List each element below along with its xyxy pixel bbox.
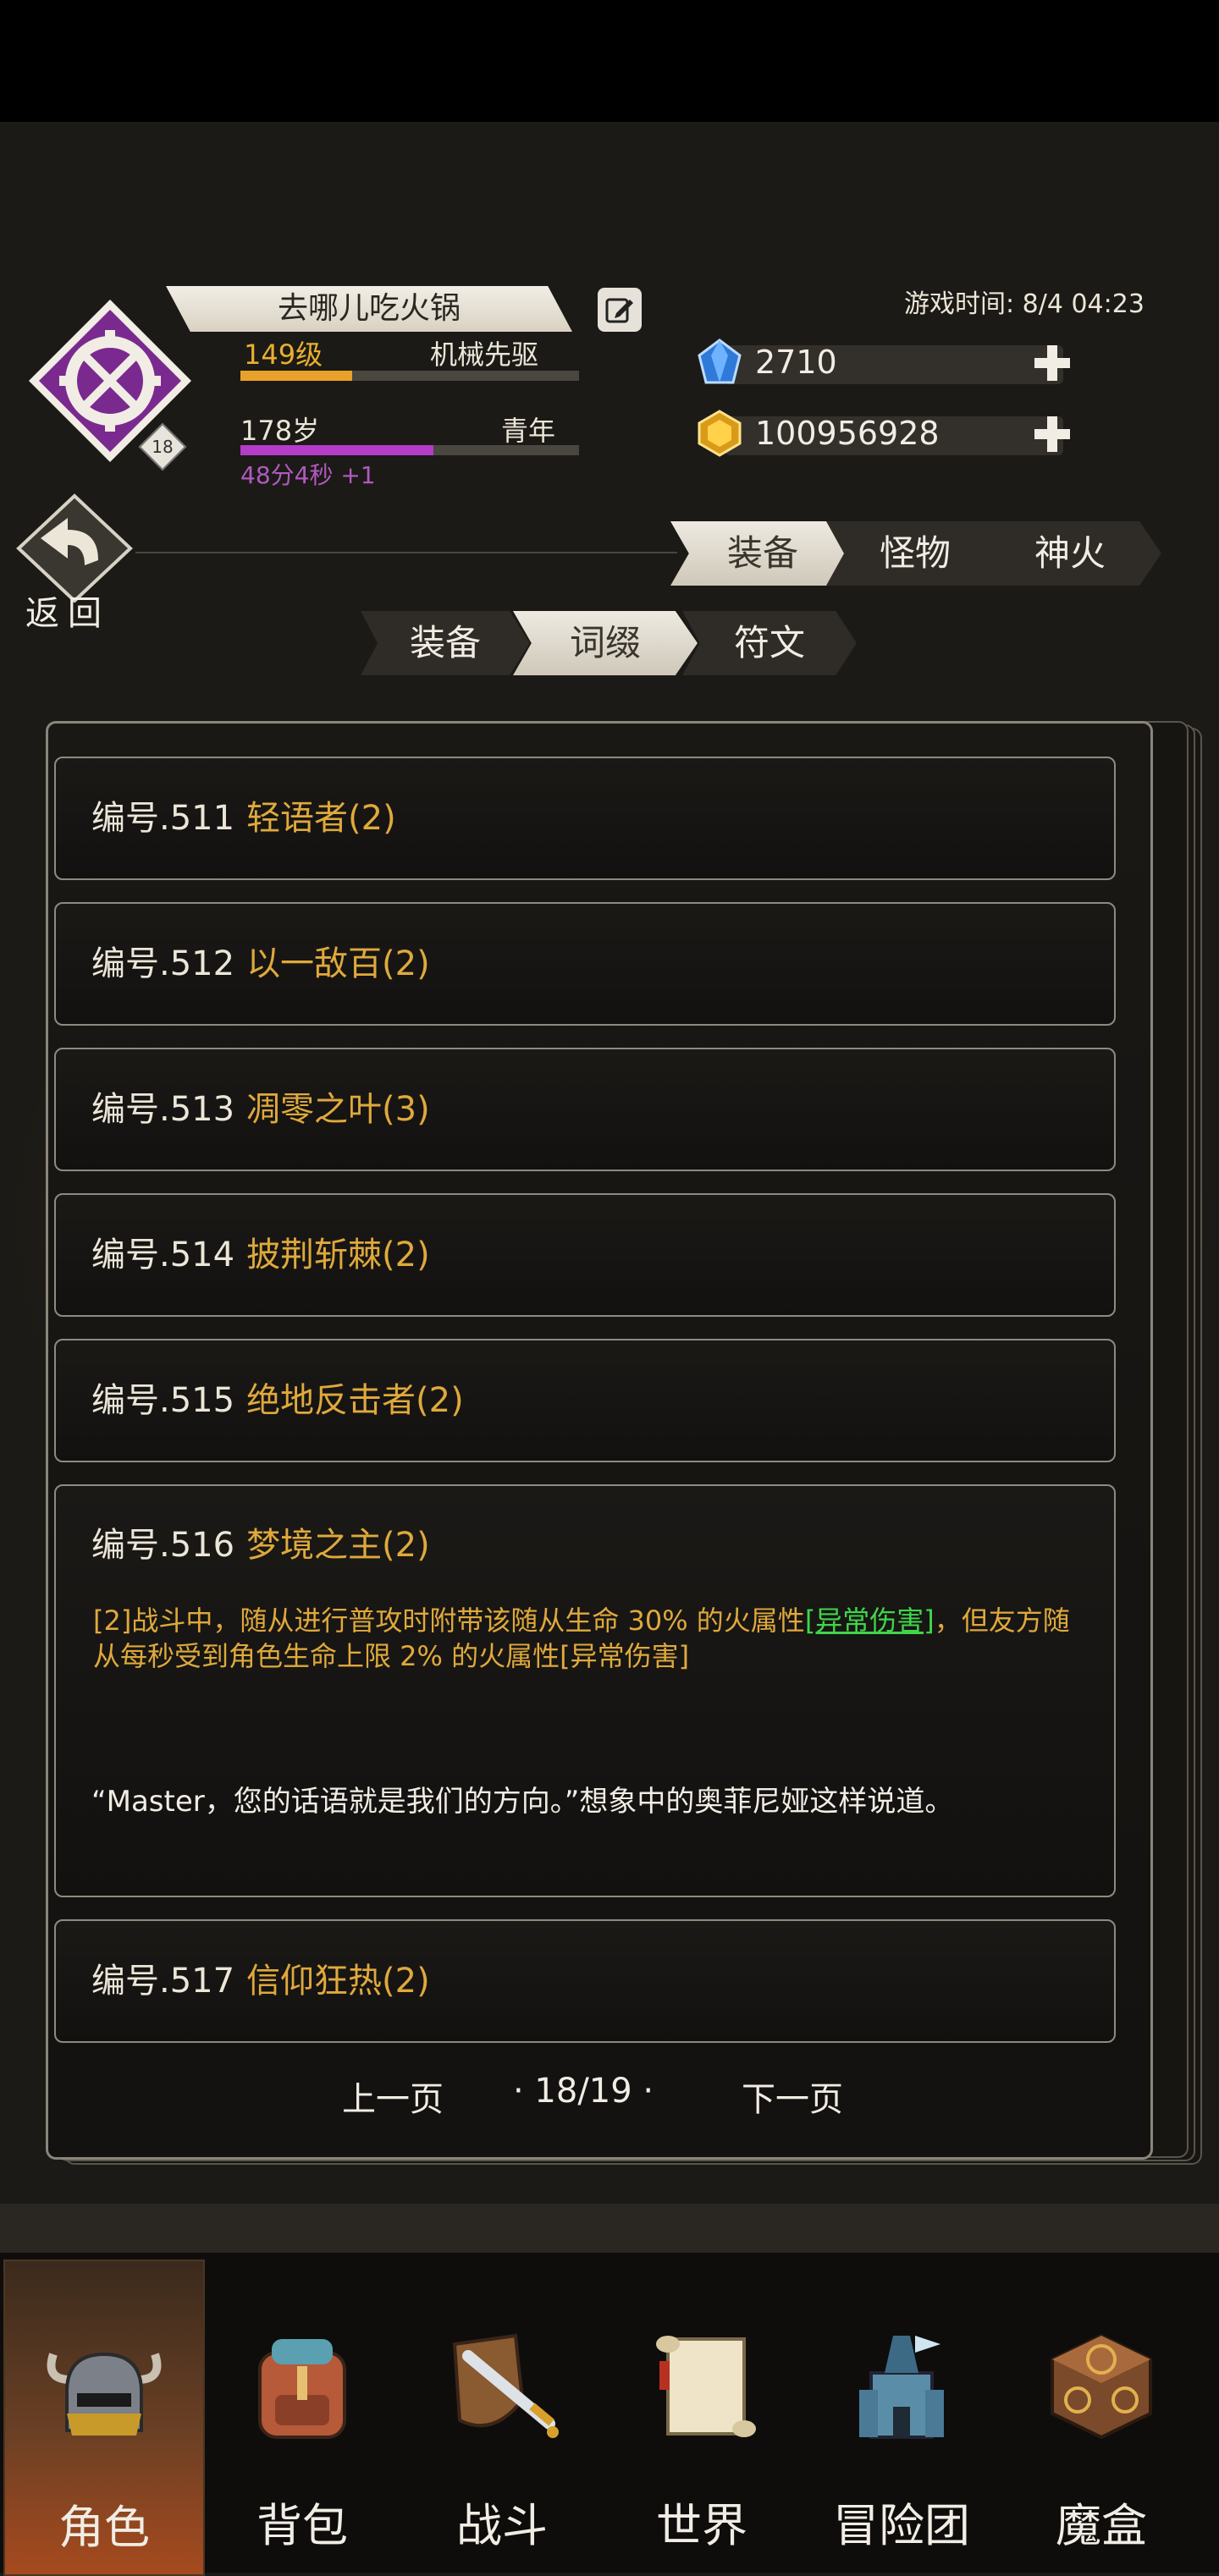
nav-label: 冒险团 [833, 2499, 970, 2552]
edit-icon [605, 298, 633, 323]
level-bar-fill [240, 371, 352, 381]
affix-number: 编号.512 [91, 944, 235, 983]
gold-amount: 100956928 [755, 415, 940, 452]
abnormal-damage-link[interactable]: [异常伤害] [805, 1604, 935, 1637]
affix-name: 凋零之叶(3) [246, 1090, 430, 1129]
affix-item[interactable]: 编号.512 以一敌百(2) [54, 902, 1116, 1026]
affix-number: 编号.515 [91, 1381, 235, 1420]
affix-name: 绝地反击者(2) [246, 1381, 464, 1420]
affix-effect: [2]战斗中，随从进行普攻时附带该随从生命 30% 的火属性[异常伤害]，但友方… [93, 1603, 1075, 1674]
nav-battle[interactable]: 战斗 [403, 2260, 601, 2573]
castle-icon [859, 2336, 944, 2439]
class-name: 机械先驱 [430, 339, 539, 371]
gold-currency: 100956928 [694, 408, 1075, 459]
affix-item[interactable]: 编号.513 凋零之叶(3) [54, 1048, 1116, 1171]
player-name: 去哪儿吃火锅 [166, 286, 572, 332]
affix-number: 编号.517 [91, 1962, 235, 2001]
affix-name: 信仰狂热(2) [246, 1962, 430, 2001]
crystal-currency: 2710 [694, 337, 1075, 388]
age-timer: 48分4秒 +1 [240, 461, 376, 489]
affix-number: 编号.513 [91, 1090, 235, 1129]
affix-effect-text: [2]战斗中，随从进行普攻时附带该随从生命 30% 的火属性 [93, 1604, 805, 1637]
nav-label: 魔盒 [1056, 2499, 1147, 2552]
affix-item[interactable]: 编号.511 轻语者(2) [54, 757, 1116, 880]
gold-crystal-icon [698, 410, 742, 457]
age-stage: 青年 [501, 415, 556, 447]
tab-divine-fire[interactable]: 神火 [979, 521, 1161, 586]
nav-adventure-group[interactable]: 冒险团 [803, 2260, 1001, 2573]
affix-flavor-text: “Master，您的话语就是我们的方向。”想象中的奥菲尼娅这样说道。 [91, 1785, 954, 1819]
page-indicator: · 18/19 · [513, 2072, 654, 2111]
affix-number: 编号.514 [91, 1236, 235, 1274]
affix-number: 编号.511 [91, 799, 235, 838]
tab-equipment[interactable]: 装备 [670, 521, 855, 586]
blue-crystal-icon [698, 339, 742, 384]
add-crystal-button[interactable] [1029, 340, 1075, 386]
affix-number: 编号.516 [91, 1526, 235, 1565]
age-label: 178岁 [240, 415, 320, 447]
nav-character[interactable]: 角色 [3, 2260, 205, 2576]
nav-magic-box[interactable]: 魔盒 [1002, 2260, 1200, 2573]
prev-page-button[interactable]: 上一页 [342, 2072, 444, 2121]
nav-world[interactable]: 世界 [603, 2260, 801, 2573]
subtab-rune[interactable]: 符文 [682, 611, 857, 675]
subtab-equipment[interactable]: 装备 [361, 611, 530, 675]
tab-monster[interactable]: 怪物 [826, 521, 1004, 586]
nav-backpack[interactable]: 背包 [203, 2260, 401, 2573]
nav-label: 角色 [58, 2501, 150, 2554]
affix-name: 披荆斩棘(2) [246, 1236, 430, 1274]
next-page-button[interactable]: 下一页 [742, 2072, 843, 2121]
age-bar [240, 445, 579, 455]
backpack-icon [258, 2339, 346, 2439]
edit-name-button[interactable] [598, 288, 642, 332]
level-bar [240, 371, 579, 381]
scroll-icon [656, 2336, 756, 2437]
age-bar-fill [240, 445, 433, 455]
header-divider [135, 552, 677, 553]
level-label: 149级 [244, 339, 323, 371]
status-bar [0, 0, 1219, 122]
nav-label: 背包 [256, 2499, 348, 2552]
subtab-affix[interactable]: 词缀 [513, 611, 698, 675]
affix-name: 轻语者(2) [246, 799, 396, 838]
affix-item-expanded[interactable]: 编号.516 梦境之主(2) [2]战斗中，随从进行普攻时附带该随从生命 30% … [54, 1484, 1116, 1897]
add-gold-button[interactable] [1029, 411, 1075, 457]
affix-item[interactable]: 编号.514 披荆斩棘(2) [54, 1193, 1116, 1317]
crystal-amount: 2710 [755, 344, 837, 381]
magic-box-icon [1051, 2333, 1152, 2440]
affix-name: 梦境之主(2) [246, 1526, 430, 1565]
nav-label: 战斗 [456, 2499, 548, 2552]
affix-item[interactable]: 编号.515 绝地反击者(2) [54, 1339, 1116, 1462]
helmet-icon [47, 2352, 162, 2436]
nav-label: 世界 [656, 2499, 747, 2552]
nav-separator [0, 2204, 1219, 2253]
affix-name: 以一敌百(2) [246, 944, 430, 983]
sword-shield-icon [452, 2333, 559, 2438]
back-label[interactable]: 返回 [25, 586, 110, 635]
affix-item[interactable]: 编号.517 信仰狂热(2) [54, 1919, 1116, 2043]
game-time: 游戏时间: 8/4 04:23 [904, 289, 1145, 319]
